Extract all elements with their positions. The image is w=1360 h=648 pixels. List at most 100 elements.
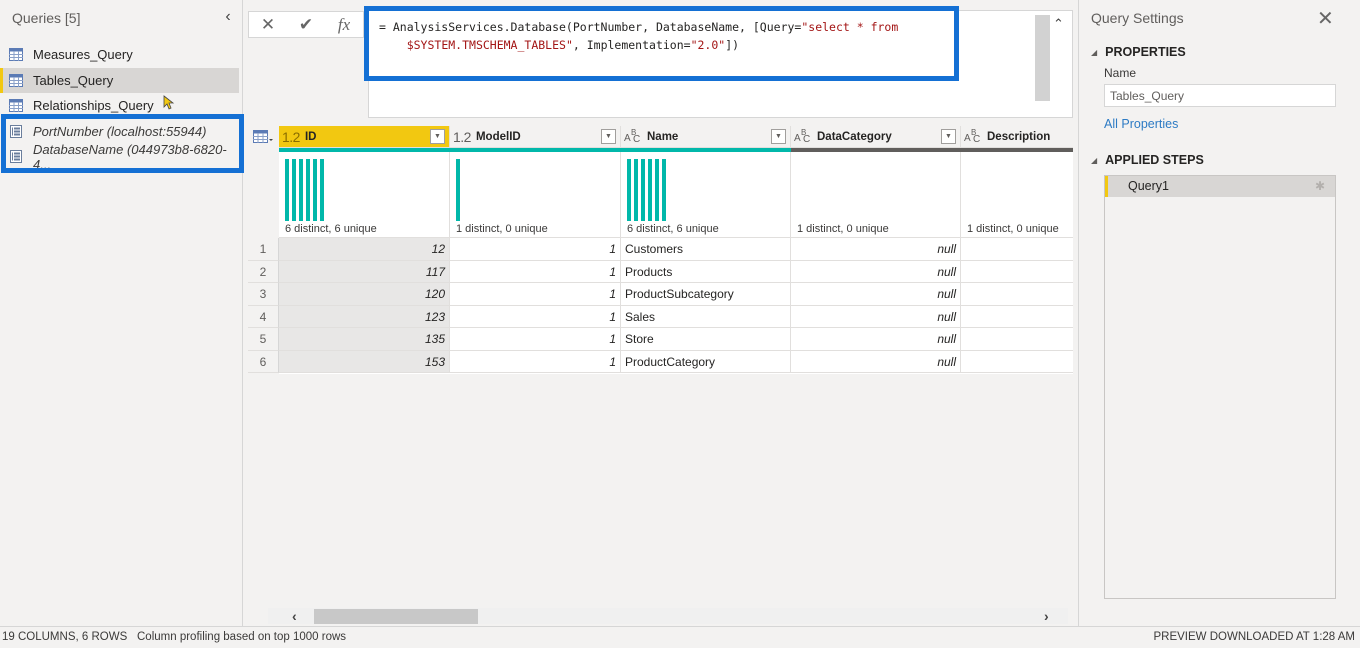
table-cell-description[interactable] [961, 261, 1073, 283]
filter-dropdown-icon[interactable]: ▼ [941, 129, 956, 144]
column-header-id[interactable]: 1.2 ID ▼ [279, 126, 450, 148]
distribution-bar[interactable] [655, 159, 659, 221]
distribution-bar[interactable] [292, 159, 296, 221]
table-cell-datacategory[interactable]: null [791, 305, 961, 328]
row-number[interactable]: 3 [248, 283, 279, 306]
gear-icon[interactable]: ✱ [1315, 176, 1325, 197]
table-cell-modelid[interactable]: 1 [450, 238, 621, 261]
row-number[interactable]: 4 [248, 305, 279, 328]
table-cell-id[interactable]: 123 [279, 305, 450, 328]
column-distribution-profile[interactable]: 1 distinct, 0 unique [450, 152, 621, 238]
all-properties-link[interactable]: All Properties [1104, 117, 1178, 131]
distribution-bar[interactable] [313, 159, 317, 221]
distribution-bar[interactable] [285, 159, 289, 221]
column-header-name[interactable]: A B C Name ▼ [621, 126, 791, 148]
table-cell-datacategory[interactable]: null [791, 260, 961, 283]
table-cell-datacategory[interactable]: null [791, 238, 961, 261]
table-cell-description[interactable] [961, 283, 1073, 306]
column-distribution-profile[interactable]: 1 distinct, 0 unique [961, 152, 1073, 238]
power-query-editor: Queries [5] ‹ Measures_Query Tables_Quer… [0, 0, 1360, 648]
number-type-icon[interactable]: 1.2 [282, 129, 300, 145]
distribution-bar[interactable] [662, 159, 666, 221]
table-menu-icon[interactable] [253, 130, 275, 144]
table-cell-modelid[interactable]: 1 [450, 328, 621, 351]
table-cell-id[interactable]: 12 [279, 238, 450, 261]
applied-step-query1[interactable]: Query1 ✱ [1105, 176, 1335, 197]
text-type-icon[interactable]: ABC [964, 128, 984, 145]
query-item-relationships-query[interactable]: Relationships_Query [0, 93, 239, 119]
check-icon[interactable]: ✔ [287, 12, 325, 37]
column-header-modelid[interactable]: 1.2 ModelID ▼ [450, 126, 621, 148]
distribution-bar[interactable] [306, 159, 310, 221]
chevron-left-icon[interactable]: ‹ [292, 608, 297, 624]
table-cell-description[interactable] [961, 306, 1073, 328]
distribution-bar[interactable] [641, 159, 645, 221]
table-cell-name[interactable]: ProductSubcategory [621, 283, 791, 306]
profile-label: 1 distinct, 0 unique [797, 223, 889, 235]
chevron-right-icon[interactable]: › [1044, 608, 1049, 624]
table-cell-modelid[interactable]: 1 [450, 350, 621, 373]
distribution-bar[interactable] [320, 159, 324, 221]
query-item-port-number[interactable]: PortNumber (localhost:55944) [0, 119, 239, 145]
number-type-icon[interactable]: 1.2 [453, 129, 471, 145]
column-distribution-profile[interactable]: 6 distinct, 6 unique [279, 152, 450, 238]
query-item-tables-query[interactable]: Tables_Query [0, 67, 239, 93]
table-cell-modelid[interactable]: 1 [450, 305, 621, 328]
query-item-database-name[interactable]: DatabaseName (044973b8-6820-4... [0, 142, 239, 172]
text-type-icon[interactable]: ABC [624, 128, 644, 145]
text-type-icon[interactable]: ABC [794, 128, 814, 145]
table-cell-description[interactable] [961, 351, 1073, 373]
row-number[interactable]: 1 [248, 238, 279, 261]
column-distribution-profile[interactable]: 1 distinct, 0 unique [791, 152, 961, 238]
distribution-bar[interactable] [299, 159, 303, 221]
row-number[interactable]: 6 [248, 350, 279, 373]
table-cell-description[interactable] [961, 238, 1073, 261]
table-cell-datacategory[interactable]: null [791, 350, 961, 373]
chevron-left-icon[interactable]: ‹ [220, 8, 236, 28]
fx-icon[interactable]: fx [325, 12, 363, 37]
scrollbar-thumb[interactable] [314, 609, 478, 624]
distribution-bars [627, 159, 666, 221]
row-number[interactable]: 5 [248, 328, 279, 351]
formula-editor[interactable]: = AnalysisServices.Database(PortNumber, … [368, 10, 1073, 118]
table-cell-datacategory[interactable]: null [791, 283, 961, 306]
distribution-bars [285, 159, 324, 221]
table-cell-datacategory[interactable]: null [791, 328, 961, 351]
properties-heading[interactable]: ◢ PROPERTIES [1091, 45, 1186, 59]
table-cell-name[interactable]: Sales [621, 305, 791, 328]
distribution-bar[interactable] [634, 159, 638, 221]
table-cell-name[interactable]: Store [621, 328, 791, 351]
row-number[interactable]: 2 [248, 260, 279, 283]
table-cell-modelid[interactable]: 1 [450, 260, 621, 283]
distribution-bar[interactable] [648, 159, 652, 221]
close-icon[interactable]: ✕ [249, 12, 287, 37]
chevron-up-icon[interactable]: ⌃ [1053, 16, 1064, 32]
filter-dropdown-icon[interactable]: ▼ [601, 129, 616, 144]
column-distribution-profile[interactable]: 6 distinct, 6 unique [621, 152, 791, 238]
query-name-input[interactable] [1104, 84, 1336, 107]
filter-dropdown-icon[interactable]: ▼ [430, 129, 445, 144]
table-cell-id[interactable]: 117 [279, 260, 450, 283]
table-cell-id[interactable]: 120 [279, 283, 450, 306]
applied-steps-heading[interactable]: ◢ APPLIED STEPS [1091, 153, 1204, 167]
filter-dropdown-icon[interactable]: ▼ [771, 129, 786, 144]
profiling-status[interactable]: Column profiling based on top 1000 rows [137, 631, 346, 643]
table-cell-id[interactable]: 153 [279, 350, 450, 373]
table-cell-description[interactable] [961, 328, 1073, 351]
query-item-measures-query[interactable]: Measures_Query [0, 42, 239, 68]
horizontal-scrollbar[interactable]: ‹ › [268, 608, 1068, 624]
column-header-description[interactable]: A B C Description [961, 126, 1073, 148]
table-cell-name[interactable]: ProductCategory [621, 350, 791, 373]
table-cell-id[interactable]: 135 [279, 328, 450, 351]
table-icon [9, 48, 23, 62]
distribution-bar[interactable] [456, 159, 460, 221]
formula-text[interactable]: = AnalysisServices.Database(PortNumber, … [379, 18, 898, 54]
queries-title: Queries [5] [12, 10, 81, 26]
formula-scrollbar[interactable] [1035, 15, 1050, 101]
table-cell-modelid[interactable]: 1 [450, 283, 621, 306]
close-icon[interactable]: ✕ [1317, 6, 1334, 31]
distribution-bar[interactable] [627, 159, 631, 221]
table-cell-name[interactable]: Products [621, 260, 791, 283]
table-cell-name[interactable]: Customers [621, 238, 791, 261]
column-header-datacategory[interactable]: A B C DataCategory ▼ [791, 126, 961, 148]
